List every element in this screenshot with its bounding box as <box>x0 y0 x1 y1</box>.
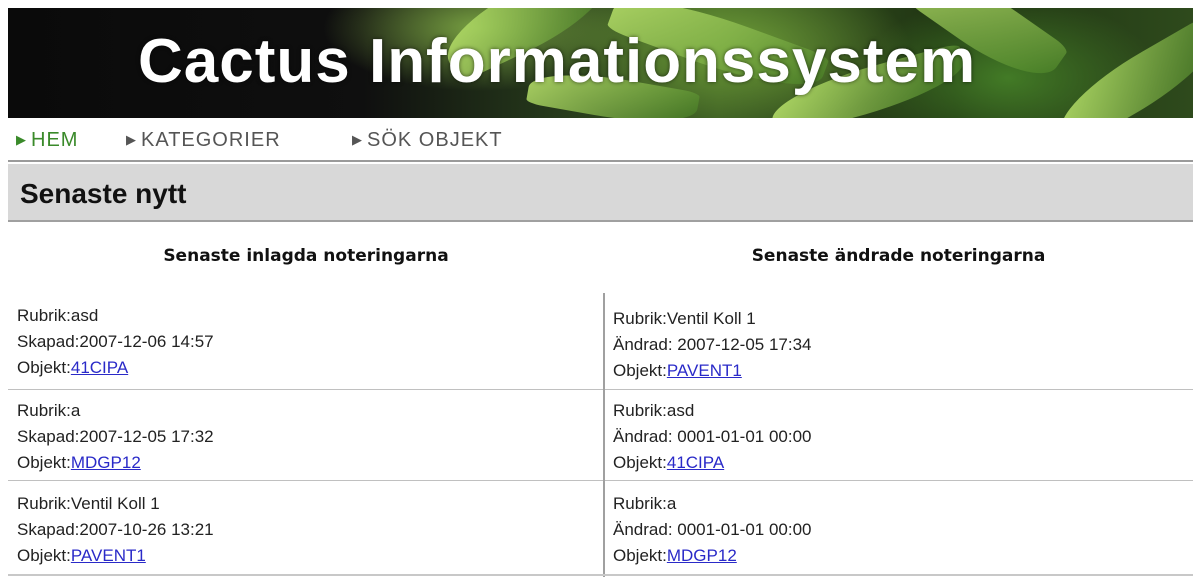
latest-changed-header: Senaste ändrade noteringarna <box>751 246 1046 266</box>
entry-skapad: 2007-12-05 17:32 <box>79 427 214 446</box>
object-link[interactable]: 41CIPA <box>71 358 128 377</box>
changed-entry: Rubrik:a Ändrad: 0001-01-01 00:00 Objekt… <box>613 494 812 565</box>
changed-entry: Rubrik:Ventil Koll 1 Ändrad: 2007-12-05 … <box>613 309 812 380</box>
entry-andrad: 0001-01-01 00:00 <box>677 427 812 446</box>
header-banner: Cactus Informationssystem <box>8 8 1193 118</box>
nav-item-hem[interactable]: ▶ HEM <box>16 129 78 152</box>
leaf-decoration <box>1047 16 1193 118</box>
arrow-right-icon: ▶ <box>126 132 137 147</box>
row-divider <box>8 389 603 390</box>
main-nav: ▶ HEM ▶ KATEGORIER ▶ SÖK OBJEKT <box>8 122 1193 158</box>
object-link[interactable]: PAVENT1 <box>667 361 742 380</box>
entry-rubrik: asd <box>70 306 99 325</box>
object-link[interactable]: MDGP12 <box>667 546 737 565</box>
section-title: Senaste nytt <box>20 178 187 209</box>
object-link[interactable]: MDGP12 <box>71 453 141 472</box>
entry-rubrik: asd <box>666 401 695 420</box>
entry-rubrik: a <box>666 494 677 513</box>
section-header: Senaste nytt <box>8 164 1193 222</box>
entry-andrad: 2007-12-05 17:34 <box>677 335 812 354</box>
arrow-right-icon: ▶ <box>16 132 27 147</box>
entry-rubrik: Ventil Koll 1 <box>70 494 160 513</box>
nav-divider <box>8 160 1193 162</box>
nav-item-kategorier[interactable]: ▶ KATEGORIER <box>126 129 281 152</box>
row-divider <box>8 480 603 481</box>
latest-added-header: Senaste inlagda noteringarna <box>163 246 449 266</box>
object-link[interactable]: 41CIPA <box>667 453 724 472</box>
entry-skapad: 2007-10-26 13:21 <box>79 520 214 539</box>
site-title: Cactus Informationssystem <box>138 27 977 96</box>
entry-rubrik: a <box>70 401 81 420</box>
added-entry: Rubrik:a Skapad:2007-12-05 17:32 Objekt:… <box>17 401 214 472</box>
nav-item-sok-objekt[interactable]: ▶ SÖK OBJEKT <box>352 129 503 152</box>
entry-skapad: 2007-12-06 14:57 <box>79 332 214 351</box>
entry-rubrik: Ventil Koll 1 <box>666 309 756 328</box>
object-link[interactable]: PAVENT1 <box>71 546 146 565</box>
arrow-right-icon: ▶ <box>352 132 363 147</box>
changed-entry: Rubrik:asd Ändrad: 0001-01-01 00:00 Obje… <box>613 401 812 472</box>
bottom-divider <box>8 574 1193 576</box>
added-entry: Rubrik:Ventil Koll 1 Skapad:2007-10-26 1… <box>17 494 214 565</box>
column-divider <box>603 293 605 577</box>
added-entry: Rubrik:asd Skapad:2007-12-06 14:57 Objek… <box>17 306 214 377</box>
entry-andrad: 0001-01-01 00:00 <box>677 520 812 539</box>
row-divider <box>605 389 1193 390</box>
row-divider <box>605 480 1193 481</box>
